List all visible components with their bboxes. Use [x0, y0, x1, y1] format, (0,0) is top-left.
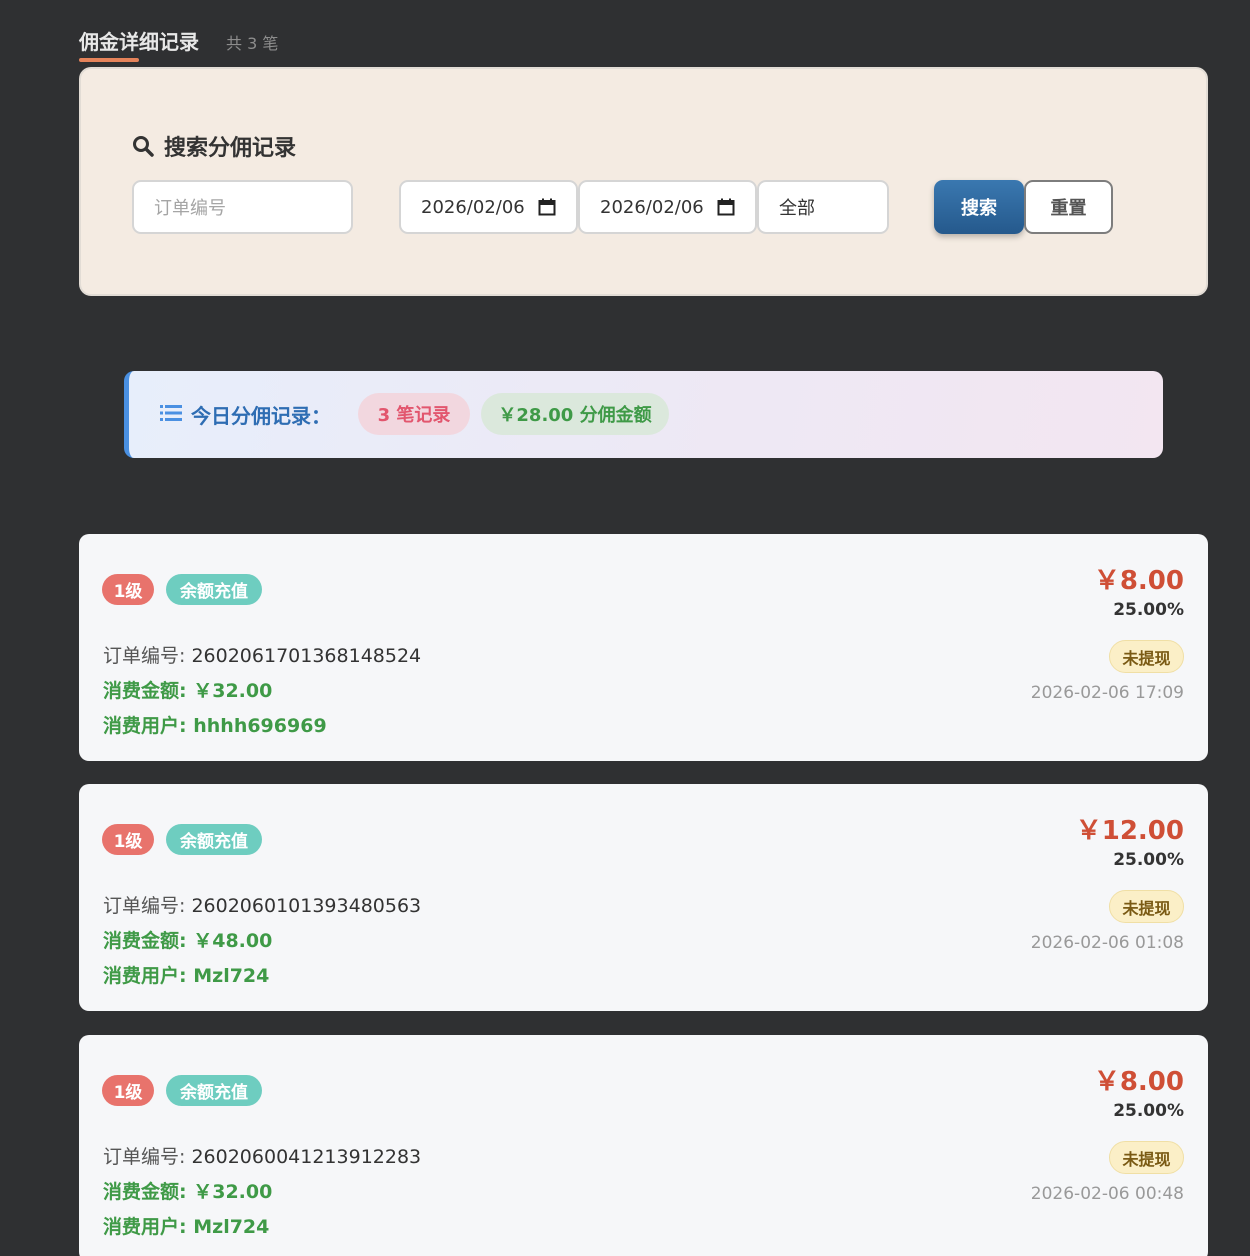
- consume-amount-row: 消费金额: ￥32.00: [103, 1177, 272, 1204]
- calendar-icon[interactable]: [538, 198, 556, 216]
- record-time: 2026-02-06 01:08: [1030, 933, 1184, 953]
- type-select-value: 全部: [779, 198, 815, 219]
- calendar-icon[interactable]: [717, 198, 735, 216]
- search-heading: 搜索分佣记录: [132, 130, 296, 162]
- order-number-row: 订单编号: 2602060101393480563: [103, 891, 421, 918]
- type-select[interactable]: 全部: [757, 180, 889, 234]
- start-date-value: 2026/02/06: [421, 196, 525, 218]
- order-number-placeholder: 订单编号: [154, 198, 226, 219]
- commission-record-card[interactable]: 1级 余额充值 订单编号: 2602060041213912283 消费金额: …: [79, 1035, 1208, 1256]
- summary-amount-badge: ￥28.00 分佣金额: [481, 393, 669, 435]
- commission-page: 佣金详细记录 共 3 笔 搜索分佣记录 订单编号 2026/02/06 2026…: [0, 0, 1250, 1256]
- type-badge: 余额充值: [166, 824, 262, 855]
- consume-user-value: Mzl724: [193, 965, 270, 987]
- consume-amount-label: 消费金额:: [103, 680, 187, 702]
- order-number-row: 订单编号: 2602061701368148524: [103, 641, 421, 668]
- order-number-label: 订单编号:: [103, 1146, 186, 1168]
- commission-rate: 25.00%: [1113, 1101, 1184, 1121]
- active-tab-underline: [79, 58, 139, 62]
- summary-count-badge: 3 笔记录: [358, 393, 470, 435]
- commission-rate: 25.00%: [1113, 600, 1184, 620]
- consume-amount-label: 消费金额:: [103, 1181, 187, 1203]
- search-panel: 搜索分佣记录 订单编号 2026/02/06 2026/02/06 全部 搜索 …: [79, 67, 1208, 296]
- type-badge: 余额充值: [166, 574, 262, 605]
- status-badge: 未提现: [1109, 640, 1184, 673]
- order-number-value: 2602061701368148524: [191, 645, 422, 667]
- level-badge: 1级: [102, 824, 154, 855]
- commission-rate: 25.00%: [1113, 850, 1184, 870]
- consume-amount-row: 消费金额: ￥48.00: [103, 926, 272, 953]
- start-date-input[interactable]: 2026/02/06: [399, 180, 578, 234]
- list-icon: [160, 405, 182, 421]
- consume-amount-label: 消费金额:: [103, 930, 187, 952]
- consume-user-label: 消费用户:: [103, 1216, 187, 1238]
- reset-button[interactable]: 重置: [1024, 180, 1113, 234]
- type-badge: 余额充值: [166, 1075, 262, 1106]
- search-heading-text: 搜索分佣记录: [164, 136, 297, 161]
- consume-amount-value: ￥48.00: [193, 930, 273, 952]
- order-number-label: 订单编号:: [103, 645, 186, 667]
- order-number-input[interactable]: 订单编号: [132, 180, 353, 234]
- order-number-row: 订单编号: 2602060041213912283: [103, 1142, 421, 1169]
- page-title[interactable]: 佣金详细记录: [79, 26, 199, 55]
- search-icon: [133, 136, 154, 157]
- consume-user-label: 消费用户:: [103, 965, 187, 987]
- consume-user-row: 消费用户: hhhh696969: [103, 711, 327, 738]
- consume-amount-row: 消费金额: ￥32.00: [103, 676, 272, 703]
- commission-amount: ￥12.00: [1075, 816, 1184, 846]
- order-number-label: 订单编号:: [103, 895, 186, 917]
- record-time: 2026-02-06 00:48: [1030, 1184, 1184, 1204]
- consume-user-value: Mzl724: [193, 1216, 270, 1238]
- commission-record-card[interactable]: 1级 余额充值 订单编号: 2602060101393480563 消费金额: …: [79, 784, 1208, 1011]
- level-badge: 1级: [102, 574, 154, 605]
- commission-record-card[interactable]: 1级 余额充值 订单编号: 2602061701368148524 消费金额: …: [79, 534, 1208, 761]
- commission-amount: ￥8.00: [1093, 1067, 1184, 1097]
- record-time: 2026-02-06 17:09: [1030, 683, 1184, 703]
- consume-user-row: 消费用户: Mzl724: [103, 1212, 269, 1239]
- search-button[interactable]: 搜索: [934, 180, 1024, 234]
- order-number-value: 2602060041213912283: [191, 1146, 422, 1168]
- commission-amount: ￥8.00: [1093, 566, 1184, 596]
- end-date-input[interactable]: 2026/02/06: [578, 180, 757, 234]
- consume-user-row: 消费用户: Mzl724: [103, 961, 269, 988]
- record-count: 共 3 笔: [226, 34, 279, 53]
- summary-label: 今日分佣记录：: [191, 404, 331, 428]
- status-badge: 未提现: [1109, 1141, 1184, 1174]
- consume-user-label: 消费用户:: [103, 715, 187, 737]
- order-number-value: 2602060101393480563: [191, 895, 422, 917]
- status-badge: 未提现: [1109, 890, 1184, 923]
- consume-amount-value: ￥32.00: [193, 680, 273, 702]
- level-badge: 1级: [102, 1075, 154, 1106]
- consume-user-value: hhhh696969: [193, 715, 327, 737]
- today-summary: 今日分佣记录： 3 笔记录 ￥28.00 分佣金额: [124, 371, 1163, 458]
- end-date-value: 2026/02/06: [600, 196, 704, 218]
- consume-amount-value: ￥32.00: [193, 1181, 273, 1203]
